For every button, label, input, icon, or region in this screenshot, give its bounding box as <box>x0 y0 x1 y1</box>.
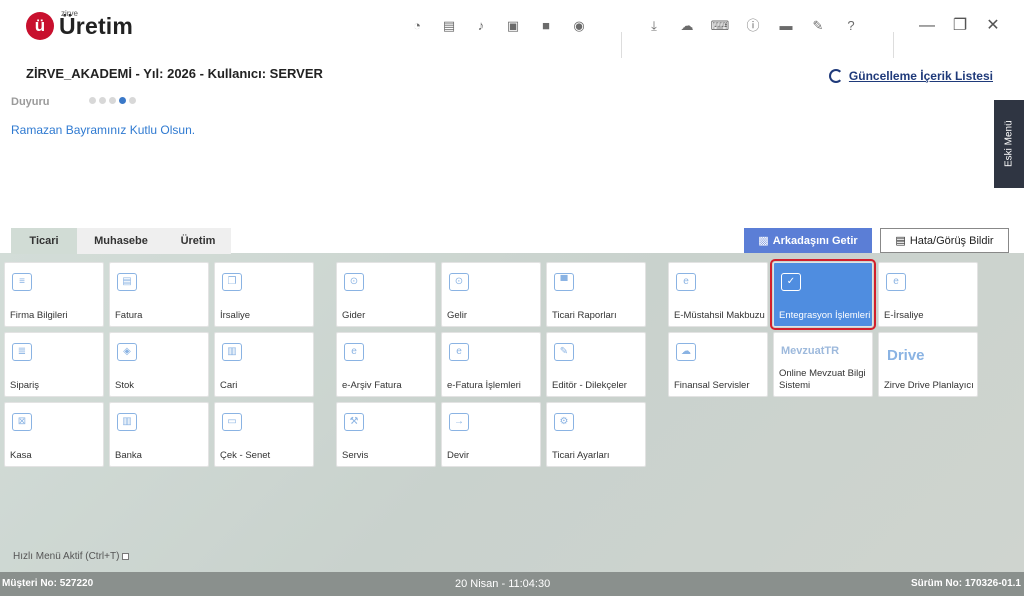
minimize-icon[interactable]: — <box>918 17 936 35</box>
gift-icon: ▩ <box>758 235 769 247</box>
pager-dot[interactable] <box>129 97 136 104</box>
tile-devir[interactable]: → Devir <box>441 402 541 467</box>
report-feedback-button[interactable]: ▤ Hata/Görüş Bildir <box>880 228 1009 253</box>
tile-online-mevzuat[interactable]: MevzuatTR Online Mevzuat Bilgi Sistemi <box>773 332 873 397</box>
tile-e-fatura-islemleri[interactable]: e e-Fatura İşlemleri <box>441 332 541 397</box>
e-waybill-icon: e <box>886 273 906 291</box>
toolbar-icons: ◔ ▤ ♪ ▣ ■ ◉ ⤓ ☁ ⌨ ⓘ ▬ ✎ ? <box>0 18 1024 58</box>
history-icon <box>828 69 843 83</box>
company-info: ZİRVE_AKADEMİ - Yıl: 2026 - Kullanıcı: S… <box>26 66 323 81</box>
chat-icon[interactable]: ▬ <box>778 18 794 34</box>
invite-friend-button[interactable]: ▩ Arkadaşını Getir <box>744 228 872 253</box>
tile-stok[interactable]: ◈ Stok <box>109 332 209 397</box>
pager-dot[interactable] <box>89 97 96 104</box>
tile-ticari-raporlari[interactable]: ▀ Ticari Raporları <box>546 262 646 327</box>
quick-menu-toggle[interactable]: Hızlı Menü Aktif (Ctrl+T) <box>13 551 130 562</box>
e-receipt-icon: e <box>676 273 696 291</box>
expense-icon: ⊙ <box>344 273 364 291</box>
waybill-icon: ❐ <box>222 273 242 291</box>
tile-irsaliye[interactable]: ❐ İrsaliye <box>214 262 314 327</box>
id-card-icon[interactable]: ▤ <box>441 18 457 34</box>
tile-banka[interactable]: ▥ Banka <box>109 402 209 467</box>
tile-cek-senet[interactable]: ▭ Çek - Senet <box>214 402 314 467</box>
wrench-icon: ⚒ <box>344 413 364 431</box>
close-icon[interactable]: ✕ <box>984 17 1002 35</box>
tile-entegrasyon-islemleri[interactable]: ✓ Entegrasyon İşlemleri <box>770 259 876 330</box>
pager-dot[interactable] <box>109 97 116 104</box>
invoice-icon: ▤ <box>117 273 137 291</box>
box-icon: ◈ <box>117 343 137 361</box>
e-invoice-icon: e <box>449 343 469 361</box>
announcement-label: Duyuru <box>11 96 50 108</box>
order-clipboard-icon: ≣ <box>12 343 32 361</box>
cloud-upload-icon[interactable]: ☁ <box>679 18 695 34</box>
mevzuat-logo: MevzuatTR <box>781 345 840 357</box>
tile-zirve-drive-planlayici[interactable]: Drive Zirve Drive Planlayıcı <box>878 332 978 397</box>
tile-e-mustahsil-makbuzu[interactable]: e E-Müstahsil Makbuzu <box>668 262 768 327</box>
tile-fatura[interactable]: ▤ Fatura <box>109 262 209 327</box>
info-icon[interactable]: ⓘ <box>745 18 761 34</box>
tile-gelir[interactable]: ⊙ Gelir <box>441 262 541 327</box>
tile-siparis[interactable]: ≣ Sipariş <box>4 332 104 397</box>
tile-firma-bilgileri[interactable]: ≡ Firma Bilgileri <box>4 262 104 327</box>
tab-muhasebe[interactable]: Muhasebe <box>77 228 165 254</box>
tile-editor-dilekceler[interactable]: ✎ Editör - Dilekçeler <box>546 332 646 397</box>
title-bar: ü zirve Üretim ◔ ▤ ♪ ▣ ■ ◉ ⤓ ☁ ⌨ ⓘ ▬ ✎ ?… <box>0 0 1024 58</box>
quick-menu-checkbox[interactable] <box>122 553 130 560</box>
module-tabs: Ticari Muhasebe Üretim <box>11 228 231 254</box>
presentation-icon: ▀ <box>554 273 574 291</box>
tile-ticari-ayarlari[interactable]: ⚙ Ticari Ayarları <box>546 402 646 467</box>
tile-finansal-servisler[interactable]: ☁ Finansal Servisler <box>668 332 768 397</box>
customer-number: Müşteri No: 527220 <box>2 578 94 589</box>
safe-icon: ⊠ <box>12 413 32 431</box>
save-icon[interactable]: ■ <box>538 18 554 34</box>
document-edit-icon: ✎ <box>554 343 574 361</box>
logo-small-text: zirve <box>61 8 78 18</box>
version-number: Sürüm No: 170326-01.1 <box>910 578 1021 589</box>
pager-dot-active[interactable] <box>119 97 126 104</box>
old-menu-tab[interactable]: Eski Menü <box>994 100 1024 188</box>
integration-check-icon: ✓ <box>781 273 801 291</box>
update-content-link[interactable]: Güncelleme İçerik Listesi <box>828 69 993 83</box>
drive-logo: Drive <box>887 347 925 364</box>
keyboard-icon[interactable]: ⌨ <box>711 18 730 34</box>
comment-icon: ▤ <box>895 235 906 247</box>
tile-kasa[interactable]: ⊠ Kasa <box>4 402 104 467</box>
bank-icon: ▥ <box>117 413 137 431</box>
income-icon: ⊙ <box>449 273 469 291</box>
chart-icon[interactable]: ◔ <box>409 18 425 34</box>
tile-gider[interactable]: ⊙ Gider <box>336 262 436 327</box>
tile-e-arsiv-fatura[interactable]: e e-Arşiv Fatura <box>336 332 436 397</box>
edit-icon[interactable]: ✎ <box>810 18 826 34</box>
help-icon[interactable]: ? <box>843 18 859 34</box>
announcement-pager <box>89 97 136 104</box>
e-archive-icon: e <box>344 343 364 361</box>
location-icon[interactable]: ◉ <box>571 18 587 34</box>
account-card-icon: ▥ <box>222 343 242 361</box>
settings-gear-icon: ⚙ <box>554 413 574 431</box>
pager-dot[interactable] <box>99 97 106 104</box>
money-icon[interactable]: ▣ <box>505 18 521 34</box>
tab-uretim[interactable]: Üretim <box>165 228 231 254</box>
status-bar: Müşteri No: 527220 20 Nisan - 11:04:30 S… <box>0 572 1024 596</box>
cheque-icon: ▭ <box>222 413 242 431</box>
tile-cari[interactable]: ▥ Cari <box>214 332 314 397</box>
download-icon[interactable]: ⤓ <box>646 18 662 34</box>
bell-icon[interactable]: ♪ <box>473 18 489 34</box>
tile-servis[interactable]: ⚒ Servis <box>336 402 436 467</box>
tab-ticari[interactable]: Ticari <box>11 228 77 254</box>
restore-icon[interactable]: ❐ <box>951 17 969 35</box>
company-info-icon: ≡ <box>12 273 32 291</box>
tile-e-irsaliye[interactable]: e E-İrsaliye <box>878 262 978 327</box>
date-time: 20 Nisan - 11:04:30 <box>455 578 551 590</box>
cloud-chart-icon: ☁ <box>676 343 696 361</box>
announcement-text: Ramazan Bayramınız Kutlu Olsun. <box>11 123 196 137</box>
transfer-icon: → <box>449 413 469 431</box>
